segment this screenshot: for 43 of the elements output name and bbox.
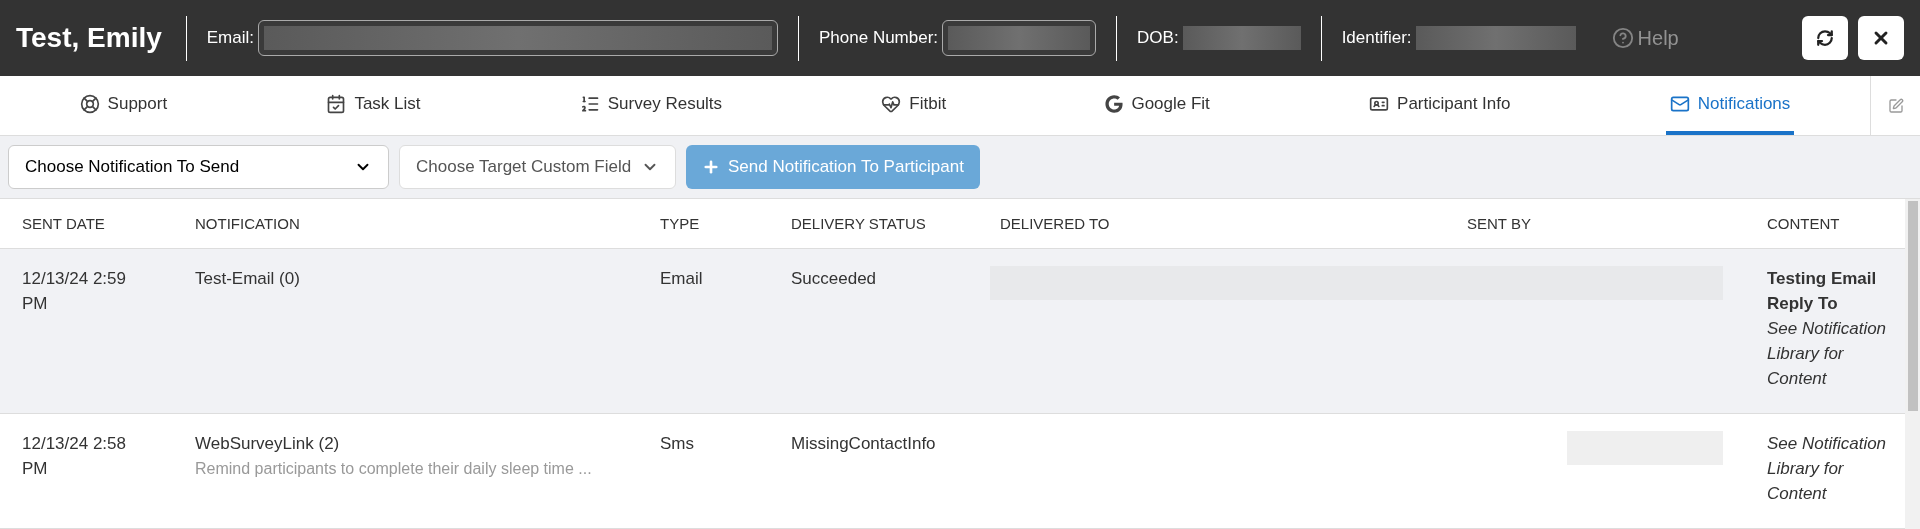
- notification-type: Sms: [660, 434, 694, 453]
- help-icon: [1611, 27, 1634, 49]
- tab[interactable]: Google Fit: [1101, 76, 1214, 135]
- tab[interactable]: Participant Info: [1365, 76, 1515, 135]
- notification-description: Remind participants to complete their daily sleep time ...: [195, 459, 593, 479]
- google-icon: [1105, 94, 1124, 113]
- notification-type: Email: [660, 269, 703, 288]
- sent-date: 12/13/24 2:58 PM: [22, 433, 127, 480]
- column-header: NOTIFICATION: [195, 214, 300, 232]
- column-header: SENT BY: [1467, 214, 1531, 232]
- tab[interactable]: Support: [75, 76, 172, 135]
- column-header: TYPE: [660, 214, 700, 232]
- refresh-button[interactable]: [1802, 16, 1848, 60]
- lifebuoy-icon: [79, 93, 100, 114]
- content-title: Testing Email Reply To: [1767, 268, 1878, 315]
- tab[interactable]: Task List: [322, 76, 425, 135]
- column-header: DELIVERED TO: [1000, 214, 1110, 232]
- plus-icon: [702, 158, 720, 176]
- notification-name: Test-Email (0): [195, 268, 301, 290]
- custom-field-select[interactable]: Choose Target Custom Field: [399, 145, 676, 189]
- participant-name: Test, Emily: [16, 21, 163, 55]
- field-label: Identifier:: [1341, 27, 1412, 50]
- field-label: DOB:: [1137, 27, 1179, 50]
- notification-name: WebSurveyLink (2): [195, 433, 341, 455]
- close-button[interactable]: [1858, 16, 1904, 60]
- help-menu: Help: [1637, 23, 1679, 53]
- column-header: DELIVERY STATUS: [791, 214, 926, 232]
- field-label: Phone Number:: [819, 27, 939, 50]
- edit-icon[interactable]: [1887, 97, 1904, 114]
- column-header: SENT DATE: [22, 214, 105, 232]
- calendar-check-icon: [326, 93, 347, 114]
- delivery-status: Succeeded: [791, 269, 877, 288]
- tab[interactable]: Fitbit: [877, 76, 951, 135]
- content-note: See Notification Library for Content: [1767, 433, 1888, 505]
- refresh-icon: [1816, 29, 1834, 47]
- column-header: CONTENT: [1767, 214, 1840, 232]
- content-note: See Notification Library for Content: [1767, 318, 1888, 390]
- tab[interactable]: Survey Results: [575, 76, 727, 135]
- delivery-status: MissingContactInfo: [791, 434, 936, 453]
- sent-date: 12/13/24 2:59 PM: [22, 268, 127, 315]
- heart-pulse-icon: [881, 93, 902, 114]
- notification-select[interactable]: Choose Notification To Send: [8, 145, 389, 189]
- field-label: Email:: [206, 27, 254, 50]
